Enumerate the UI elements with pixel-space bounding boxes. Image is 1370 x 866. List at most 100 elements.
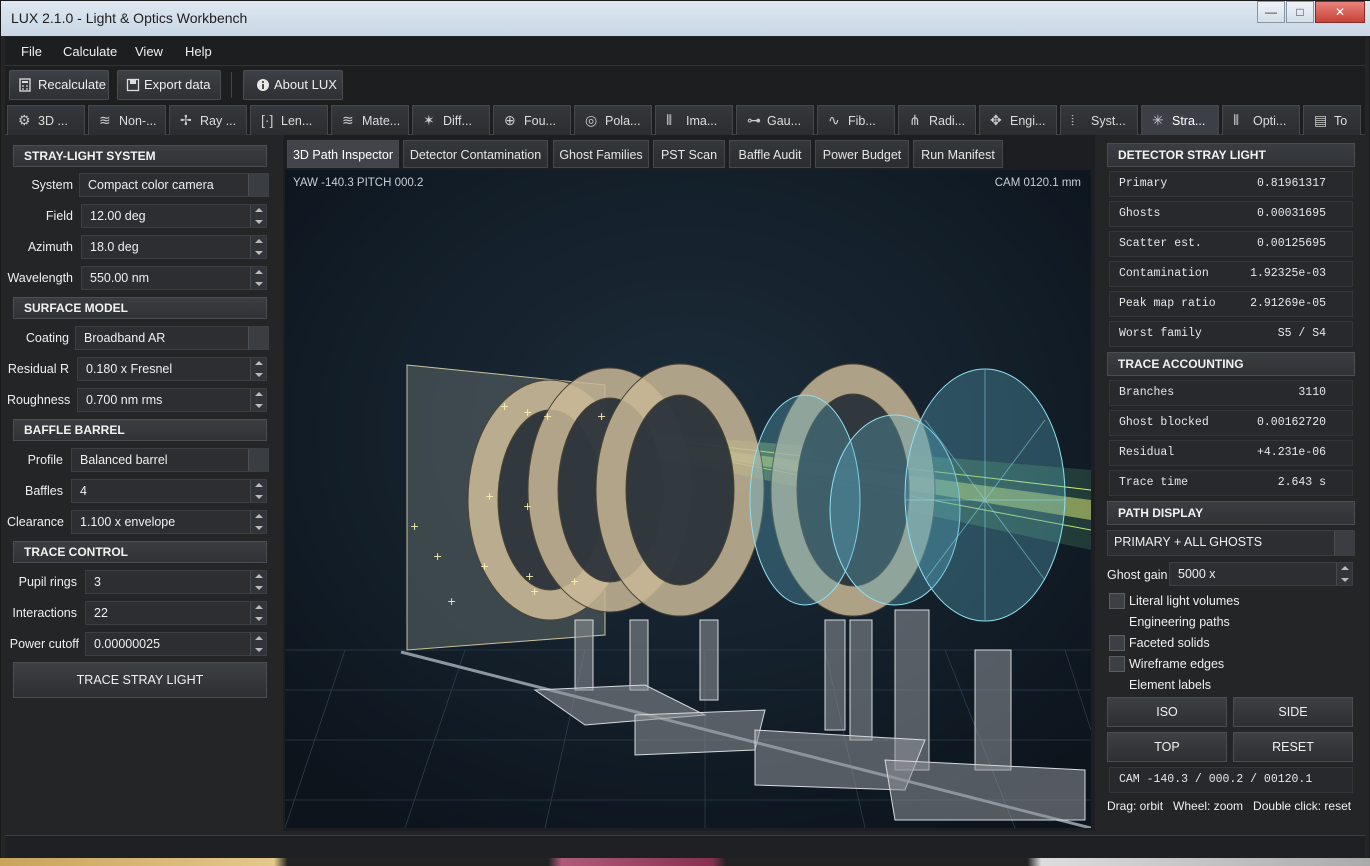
checkbox-label[interactable]: Faceted solids [1129,636,1210,650]
menu-view[interactable]: View [135,44,163,59]
module-tab[interactable]: ◎ Pola... [574,105,652,135]
chevron-down-icon[interactable] [248,327,268,349]
subtab-power-budget[interactable]: Power Budget [815,140,909,168]
baffles-spinbox[interactable]: 4 [71,479,267,503]
coating-combo[interactable]: Broadband AR [75,326,269,350]
checkbox-label[interactable]: Element labels [1129,678,1211,692]
chevron-down-icon[interactable] [248,449,268,471]
azimuth-value: 18.0 deg [90,240,139,254]
checkbox[interactable] [1109,635,1125,651]
spin-arrows-icon[interactable] [250,571,266,593]
tool-icon: ▤ [1314,112,1328,128]
checkbox-label[interactable]: Literal light volumes [1129,594,1239,608]
module-tab[interactable]: ▤ To [1303,105,1361,135]
module-tab[interactable]: ✥ Engi... [979,105,1057,135]
subtab-pst-scan[interactable]: PST Scan [653,140,725,168]
spin-arrows-icon[interactable] [250,633,266,655]
menu-help[interactable]: Help [185,44,212,59]
roughness-spinbox[interactable]: 0.700 nm rms [77,388,267,412]
checkbox-label[interactable]: Engineering paths [1129,615,1230,629]
power-cutoff-spinbox[interactable]: 0.00000025 [85,632,267,656]
spin-arrows-icon[interactable] [250,205,266,227]
checkbox[interactable] [1109,677,1125,693]
system-combo[interactable]: Compact color camera [79,173,269,197]
view-top-button[interactable]: TOP [1107,732,1227,762]
module-tab-label: Pola... [605,114,641,128]
spin-arrows-icon[interactable] [250,267,266,289]
profile-combo[interactable]: Balanced barrel [71,448,269,472]
wavelength-value: 550.00 nm [90,271,150,285]
azimuth-spinbox[interactable]: 18.0 deg [81,235,267,259]
subtab-ghost-families[interactable]: Ghost Families [553,140,649,168]
module-tab-label: Len... [281,114,313,128]
spin-arrows-icon[interactable] [250,480,266,502]
clearance-spinbox[interactable]: 1.100 x envelope [71,510,267,534]
subtab-3d-path-inspector[interactable]: 3D Path Inspector [287,140,399,168]
view-iso-button[interactable]: ISO [1107,697,1227,727]
subtab-run-manifest[interactable]: Run Manifest [913,140,1003,168]
trace-stray-light-button[interactable]: TRACE STRAY LIGHT [13,662,267,698]
checkbox[interactable] [1109,656,1125,672]
svg-text:+: + [447,595,456,608]
viewport-orientation-readout: YAW -140.3 PITCH 000.2 [293,177,424,189]
ghost-gain-spinbox[interactable]: 5000 x [1169,562,1353,586]
trace-control-header: TRACE CONTROL [13,541,267,563]
module-tab[interactable]: ⋔ Radi... [898,105,976,135]
module-tab-label: Radi... [929,114,966,128]
spin-arrows-icon[interactable] [250,511,266,533]
module-tab[interactable]: [·] Len... [250,105,328,135]
module-tab[interactable]: ⚙ 3D ... [7,105,85,135]
about-button[interactable]: About LUX [243,70,343,100]
close-button[interactable]: ✕ [1315,1,1365,23]
minimize-button[interactable]: — [1257,1,1285,23]
maximize-button[interactable]: □ [1286,1,1314,23]
checkbox[interactable] [1109,614,1125,630]
system-icon: ⦙ [1071,112,1075,128]
wavelength-spinbox[interactable]: 550.00 nm [81,266,267,290]
menu-file[interactable]: File [21,44,42,59]
readout-row: Peak map ratio 2.91269e-05 [1109,291,1353,317]
chevron-down-icon[interactable] [1334,531,1354,555]
module-tab[interactable]: ⦙ Syst... [1060,105,1138,135]
pupil-rings-spinbox[interactable]: 3 [85,570,267,594]
interactions-spinbox[interactable]: 22 [85,601,267,625]
spin-arrows-icon[interactable] [1336,563,1352,585]
module-tab[interactable]: ⦀ Opti... [1222,105,1300,135]
menu-calculate[interactable]: Calculate [63,44,117,59]
module-tab[interactable]: ⊶ Gau... [736,105,814,135]
path-mode-combo[interactable]: PRIMARY + ALL GHOSTS [1107,530,1355,556]
module-tab[interactable]: ✶ Diff... [412,105,490,135]
module-tab[interactable]: ≋ Mate... [331,105,409,135]
readout-row: Branches 3110 [1109,380,1353,406]
view-side-button[interactable]: SIDE [1233,697,1353,727]
coating-value: Broadband AR [84,331,166,345]
module-tab[interactable]: ≋ Non-... [88,105,166,135]
module-tab[interactable]: ∿ Fib... [817,105,895,135]
readout-key: Ghost blocked [1119,416,1209,429]
view-reset-button[interactable]: RESET [1233,732,1353,762]
export-data-button[interactable]: Export data [117,70,221,100]
svg-text:+: + [523,500,532,513]
spin-arrows-icon[interactable] [250,602,266,624]
field-spinbox[interactable]: 12.00 deg [81,204,267,228]
chevron-down-icon[interactable] [248,174,268,196]
3d-viewport[interactable]: + + + + + + + + + + + + + YAW -140.3 PITCH 000.2 CAM… [285,170,1091,828]
residual-r-spinbox[interactable]: 0.180 x Fresnel [77,357,267,381]
recalculate-button[interactable]: Recalculate [9,70,109,100]
module-tab[interactable]: ✢ Ray ... [169,105,247,135]
toolbar: Recalculate Export data About LUX [5,65,1365,103]
module-tab[interactable]: ⊕ Fou... [493,105,571,135]
module-tab-label: Fib... [848,114,876,128]
module-tab[interactable]: ✳ Stra... [1141,105,1219,135]
module-tab[interactable]: ⦀ Ima... [655,105,733,135]
checkbox[interactable] [1109,593,1125,609]
roughness-value: 0.700 nm rms [86,393,163,407]
subtab-detector-contamination[interactable]: Detector Contamination [403,140,548,168]
subtab-baffle-audit[interactable]: Baffle Audit [729,140,811,168]
checkbox-label[interactable]: Wireframe edges [1129,657,1224,671]
spin-arrows-icon[interactable] [250,358,266,380]
spin-arrows-icon[interactable] [250,389,266,411]
optical-bench-scene[interactable]: + + + + + + + + + + + + + [285,170,1091,828]
spin-arrows-icon[interactable] [250,236,266,258]
readout-key: Worst family [1119,327,1202,340]
